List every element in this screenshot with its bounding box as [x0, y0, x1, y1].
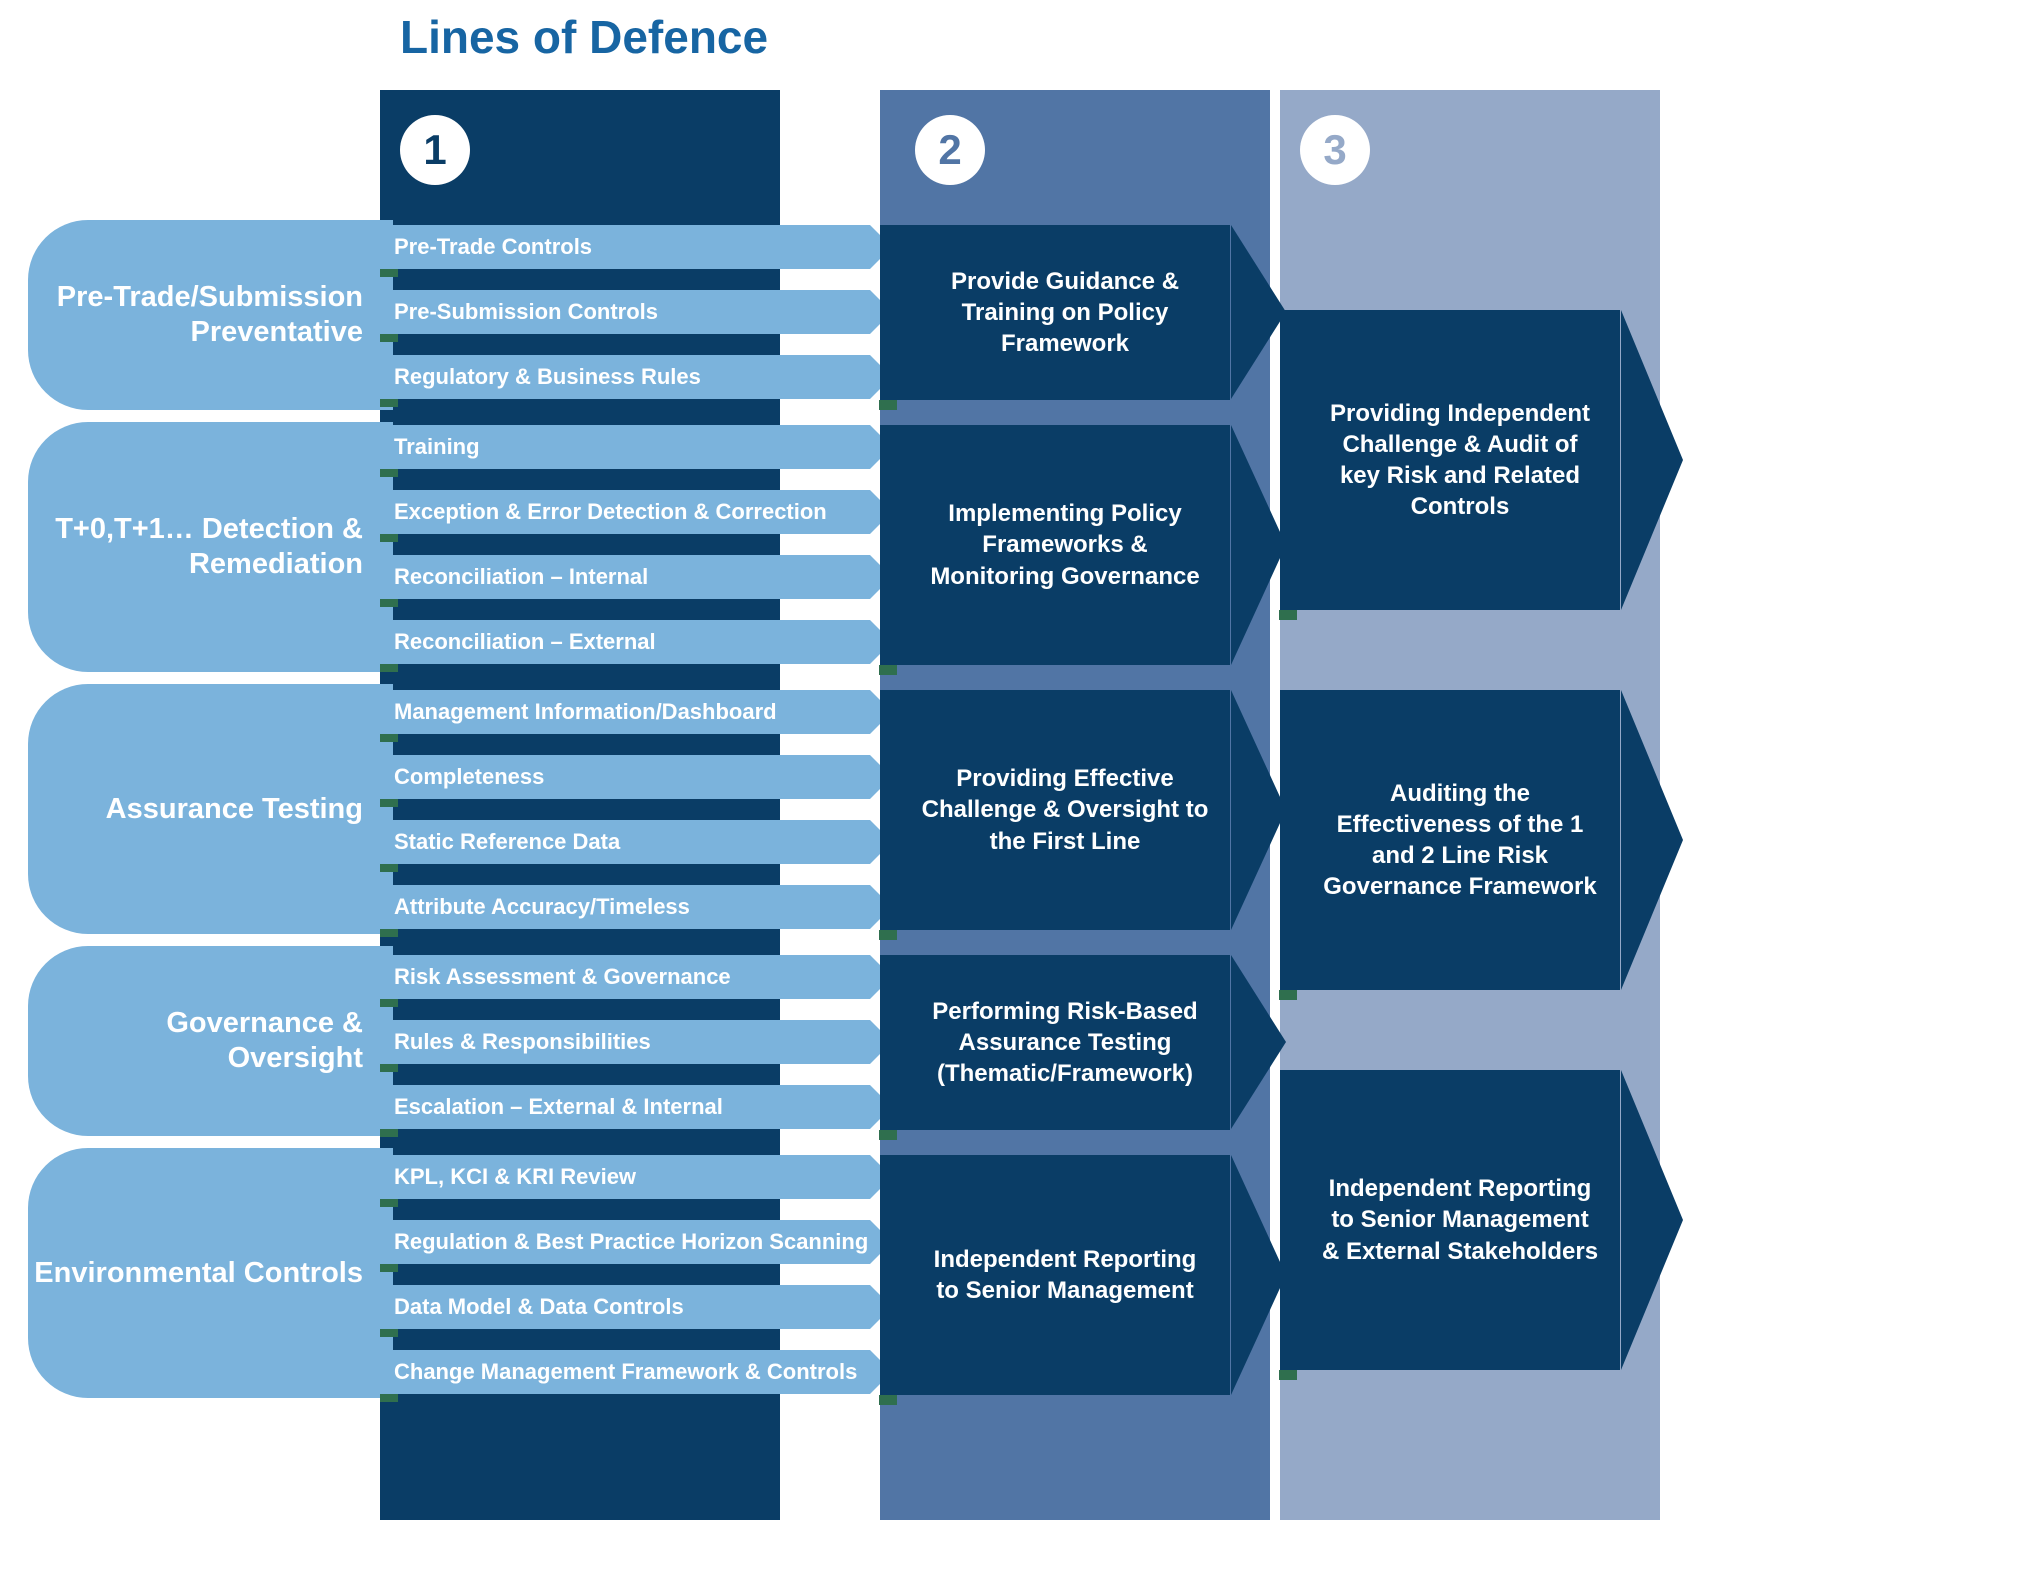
col1-item: Reconciliation – External	[380, 620, 870, 664]
col1-item: Pre-Trade Controls	[380, 225, 870, 269]
col2-text: Performing Risk-Based Assurance Testing …	[920, 996, 1210, 1090]
col1-item: Risk Assessment & Governance	[380, 955, 870, 999]
col2-text: Providing Effective Challenge & Oversigh…	[920, 763, 1210, 857]
category-governance: Governance & Oversight	[28, 946, 393, 1136]
col1-item: Management Information/Dashboard	[380, 690, 870, 734]
col1-item: KPL, KCI & KRI Review	[380, 1155, 870, 1199]
col1-item: Escalation – External & Internal	[380, 1085, 870, 1129]
badge-3: 3	[1300, 115, 1370, 185]
col2-text: Provide Guidance & Training on Policy Fr…	[920, 266, 1210, 360]
col2-arrow: Implementing Policy Frameworks & Monitor…	[880, 425, 1230, 665]
badge-2: 2	[915, 115, 985, 185]
col1-item: Rules & Responsibilities	[380, 1020, 870, 1064]
col1-item: Pre-Submission Controls	[380, 290, 870, 334]
col2-text: Independent Reporting to Senior Manageme…	[920, 1244, 1210, 1306]
col1-item: Data Model & Data Controls	[380, 1285, 870, 1329]
col2-text: Implementing Policy Frameworks & Monitor…	[920, 498, 1210, 592]
diagram-canvas: Lines of Defence 1 2 3 Pre-Trade/Submiss…	[0, 0, 2019, 1569]
col1-item: Reconciliation – Internal	[380, 555, 870, 599]
col1-item: Training	[380, 425, 870, 469]
col1-item: Change Management Framework & Controls	[380, 1350, 870, 1394]
col3-text: Auditing the Effectiveness of the 1 and …	[1320, 778, 1600, 903]
col3-text: Providing Independent Challenge & Audit …	[1320, 398, 1600, 523]
category-label: Governance & Oversight	[28, 1006, 363, 1076]
col1-item: Attribute Accuracy/Timeless	[380, 885, 870, 929]
col1-item: Completeness	[380, 755, 870, 799]
col1-item: Static Reference Data	[380, 820, 870, 864]
col1-item: Regulatory & Business Rules	[380, 355, 870, 399]
category-label: T+0,T+1… Detection & Remediation	[28, 512, 363, 582]
col2-arrow: Performing Risk-Based Assurance Testing …	[880, 955, 1230, 1130]
category-environmental: Environmental Controls	[28, 1148, 393, 1398]
col2-arrow: Independent Reporting to Senior Manageme…	[880, 1155, 1230, 1395]
col1-item: Regulation & Best Practice Horizon Scann…	[380, 1220, 870, 1264]
badge-1: 1	[400, 115, 470, 185]
col2-arrow: Provide Guidance & Training on Policy Fr…	[880, 225, 1230, 400]
diagram-title: Lines of Defence	[400, 10, 768, 64]
category-pre-trade: Pre-Trade/Submission Preventative	[28, 220, 393, 410]
col3-arrow: Auditing the Effectiveness of the 1 and …	[1280, 690, 1620, 990]
col3-arrow: Providing Independent Challenge & Audit …	[1280, 310, 1620, 610]
category-assurance: Assurance Testing	[28, 684, 393, 934]
category-label: Pre-Trade/Submission Preventative	[28, 280, 363, 350]
category-detection: T+0,T+1… Detection & Remediation	[28, 422, 393, 672]
col3-text: Independent Reporting to Senior Manageme…	[1320, 1173, 1600, 1267]
col3-arrow: Independent Reporting to Senior Manageme…	[1280, 1070, 1620, 1370]
col2-arrow: Providing Effective Challenge & Oversigh…	[880, 690, 1230, 930]
category-label: Environmental Controls	[34, 1256, 363, 1291]
col1-item: Exception & Error Detection & Correction	[380, 490, 870, 534]
category-label: Assurance Testing	[106, 792, 363, 827]
